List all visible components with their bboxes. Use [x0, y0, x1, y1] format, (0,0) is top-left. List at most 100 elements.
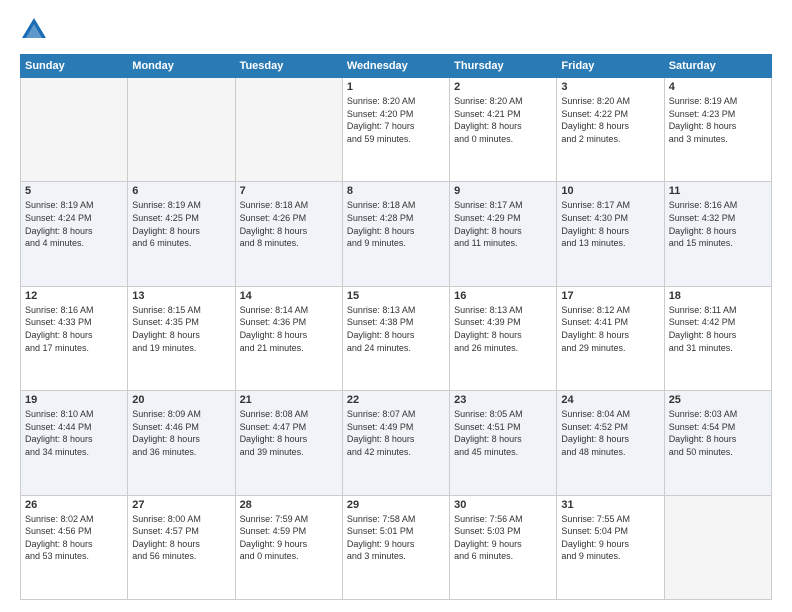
day-info: Sunrise: 8:00 AM Sunset: 4:57 PM Dayligh…: [132, 513, 230, 563]
day-info: Sunrise: 8:07 AM Sunset: 4:49 PM Dayligh…: [347, 408, 445, 458]
day-number: 26: [25, 499, 123, 511]
calendar-day-cell: 15Sunrise: 8:13 AM Sunset: 4:38 PM Dayli…: [342, 286, 449, 390]
day-number: 18: [669, 290, 767, 302]
calendar-day-cell: 14 Sunrise: 8:14 AM Sunset: 4:36 PM Dayli…: [235, 286, 342, 390]
day-number: 5: [25, 185, 123, 197]
day-number: 1: [347, 81, 445, 93]
day-number: 21: [240, 394, 338, 406]
day-number: 4: [669, 81, 767, 93]
page: SundayMondayTuesdayWednesdayThursdayFrid…: [0, 0, 792, 612]
day-number: 6: [132, 185, 230, 197]
day-number: 11: [669, 185, 767, 197]
weekday-header: Saturday: [664, 55, 771, 78]
day-number: 10: [561, 185, 659, 197]
day-info: Sunrise: 8:11 AM Sunset: 4:42 PM Dayligh…: [669, 304, 767, 354]
calendar-day-cell: 25Sunrise: 8:03 AM Sunset: 4:54 PM Dayli…: [664, 391, 771, 495]
calendar-day-cell: 24 Sunrise: 8:04 AM Sunset: 4:52 PM Dayli…: [557, 391, 664, 495]
day-info: Sunrise: 8:17 AM Sunset: 4:30 PM Dayligh…: [561, 199, 659, 249]
calendar-day-cell: 18 Sunrise: 8:11 AM Sunset: 4:42 PM Dayli…: [664, 286, 771, 390]
day-number: 31: [561, 499, 659, 511]
calendar-day-cell: [128, 78, 235, 182]
day-info: Sunrise: 8:10 AM Sunset: 4:44 PM Dayligh…: [25, 408, 123, 458]
calendar-day-cell: 26 Sunrise: 8:02 AM Sunset: 4:56 PM Dayli…: [21, 495, 128, 599]
day-number: 24: [561, 394, 659, 406]
calendar-day-cell: 23 Sunrise: 8:05 AM Sunset: 4:51 PM Dayli…: [450, 391, 557, 495]
logo: [20, 16, 52, 44]
day-info: Sunrise: 8:19 AM Sunset: 4:24 PM Dayligh…: [25, 199, 123, 249]
day-info: Sunrise: 8:16 AM Sunset: 4:33 PM Dayligh…: [25, 304, 123, 354]
calendar-week-row: 1 Sunrise: 8:20 AM Sunset: 4:20 PM Daylig…: [21, 78, 772, 182]
weekday-header: Friday: [557, 55, 664, 78]
day-info: Sunrise: 8:13 AM Sunset: 4:39 PM Dayligh…: [454, 304, 552, 354]
calendar: SundayMondayTuesdayWednesdayThursdayFrid…: [20, 54, 772, 600]
day-number: 19: [25, 394, 123, 406]
day-number: 12: [25, 290, 123, 302]
day-number: 13: [132, 290, 230, 302]
day-info: Sunrise: 8:16 AM Sunset: 4:32 PM Dayligh…: [669, 199, 767, 249]
day-number: 30: [454, 499, 552, 511]
calendar-day-cell: 30 Sunrise: 7:56 AM Sunset: 5:03 PM Dayli…: [450, 495, 557, 599]
day-info: Sunrise: 8:14 AM Sunset: 4:36 PM Dayligh…: [240, 304, 338, 354]
weekday-header: Wednesday: [342, 55, 449, 78]
calendar-day-cell: [21, 78, 128, 182]
calendar-day-cell: 9Sunrise: 8:17 AM Sunset: 4:29 PM Daylig…: [450, 182, 557, 286]
calendar-week-row: 5 Sunrise: 8:19 AM Sunset: 4:24 PM Daylig…: [21, 182, 772, 286]
day-info: Sunrise: 8:03 AM Sunset: 4:54 PM Dayligh…: [669, 408, 767, 458]
day-number: 22: [347, 394, 445, 406]
calendar-day-cell: 13 Sunrise: 8:15 AM Sunset: 4:35 PM Dayli…: [128, 286, 235, 390]
day-number: 29: [347, 499, 445, 511]
calendar-day-cell: 1 Sunrise: 8:20 AM Sunset: 4:20 PM Daylig…: [342, 78, 449, 182]
calendar-day-cell: 12 Sunrise: 8:16 AM Sunset: 4:33 PM Dayli…: [21, 286, 128, 390]
calendar-day-cell: 7Sunrise: 8:18 AM Sunset: 4:26 PM Daylig…: [235, 182, 342, 286]
weekday-header: Thursday: [450, 55, 557, 78]
day-info: Sunrise: 7:58 AM Sunset: 5:01 PM Dayligh…: [347, 513, 445, 563]
day-info: Sunrise: 8:13 AM Sunset: 4:38 PM Dayligh…: [347, 304, 445, 354]
weekday-header: Sunday: [21, 55, 128, 78]
calendar-day-cell: 21 Sunrise: 8:08 AM Sunset: 4:47 PM Dayli…: [235, 391, 342, 495]
day-info: Sunrise: 8:19 AM Sunset: 4:23 PM Dayligh…: [669, 95, 767, 145]
calendar-week-row: 19 Sunrise: 8:10 AM Sunset: 4:44 PM Dayli…: [21, 391, 772, 495]
day-info: Sunrise: 8:12 AM Sunset: 4:41 PM Dayligh…: [561, 304, 659, 354]
calendar-day-cell: 17 Sunrise: 8:12 AM Sunset: 4:41 PM Dayli…: [557, 286, 664, 390]
calendar-day-cell: 29 Sunrise: 7:58 AM Sunset: 5:01 PM Dayli…: [342, 495, 449, 599]
day-number: 17: [561, 290, 659, 302]
day-number: 2: [454, 81, 552, 93]
calendar-day-cell: [235, 78, 342, 182]
calendar-week-row: 12 Sunrise: 8:16 AM Sunset: 4:33 PM Dayli…: [21, 286, 772, 390]
day-number: 27: [132, 499, 230, 511]
day-number: 16: [454, 290, 552, 302]
day-info: Sunrise: 8:02 AM Sunset: 4:56 PM Dayligh…: [25, 513, 123, 563]
day-info: Sunrise: 8:05 AM Sunset: 4:51 PM Dayligh…: [454, 408, 552, 458]
day-number: 3: [561, 81, 659, 93]
day-info: Sunrise: 7:56 AM Sunset: 5:03 PM Dayligh…: [454, 513, 552, 563]
day-info: Sunrise: 8:20 AM Sunset: 4:21 PM Dayligh…: [454, 95, 552, 145]
day-info: Sunrise: 8:15 AM Sunset: 4:35 PM Dayligh…: [132, 304, 230, 354]
calendar-day-cell: 4 Sunrise: 8:19 AM Sunset: 4:23 PM Daylig…: [664, 78, 771, 182]
calendar-day-cell: 3Sunrise: 8:20 AM Sunset: 4:22 PM Daylig…: [557, 78, 664, 182]
day-number: 23: [454, 394, 552, 406]
calendar-day-cell: 28Sunrise: 7:59 AM Sunset: 4:59 PM Dayli…: [235, 495, 342, 599]
calendar-day-cell: 11 Sunrise: 8:16 AM Sunset: 4:32 PM Dayli…: [664, 182, 771, 286]
day-number: 9: [454, 185, 552, 197]
weekday-header: Tuesday: [235, 55, 342, 78]
calendar-day-cell: 5 Sunrise: 8:19 AM Sunset: 4:24 PM Daylig…: [21, 182, 128, 286]
calendar-day-cell: 8Sunrise: 8:18 AM Sunset: 4:28 PM Daylig…: [342, 182, 449, 286]
day-number: 8: [347, 185, 445, 197]
calendar-day-cell: 10 Sunrise: 8:17 AM Sunset: 4:30 PM Dayli…: [557, 182, 664, 286]
calendar-day-cell: 19 Sunrise: 8:10 AM Sunset: 4:44 PM Dayli…: [21, 391, 128, 495]
day-info: Sunrise: 8:20 AM Sunset: 4:20 PM Dayligh…: [347, 95, 445, 145]
calendar-day-cell: 16 Sunrise: 8:13 AM Sunset: 4:39 PM Dayli…: [450, 286, 557, 390]
day-info: Sunrise: 8:19 AM Sunset: 4:25 PM Dayligh…: [132, 199, 230, 249]
header: [20, 16, 772, 44]
calendar-day-cell: 6 Sunrise: 8:19 AM Sunset: 4:25 PM Daylig…: [128, 182, 235, 286]
day-number: 20: [132, 394, 230, 406]
day-info: Sunrise: 8:04 AM Sunset: 4:52 PM Dayligh…: [561, 408, 659, 458]
calendar-week-row: 26 Sunrise: 8:02 AM Sunset: 4:56 PM Dayli…: [21, 495, 772, 599]
day-info: Sunrise: 8:08 AM Sunset: 4:47 PM Dayligh…: [240, 408, 338, 458]
calendar-day-cell: [664, 495, 771, 599]
day-number: 28: [240, 499, 338, 511]
calendar-day-cell: 2 Sunrise: 8:20 AM Sunset: 4:21 PM Daylig…: [450, 78, 557, 182]
day-number: 14: [240, 290, 338, 302]
calendar-header-row: SundayMondayTuesdayWednesdayThursdayFrid…: [21, 55, 772, 78]
day-number: 7: [240, 185, 338, 197]
